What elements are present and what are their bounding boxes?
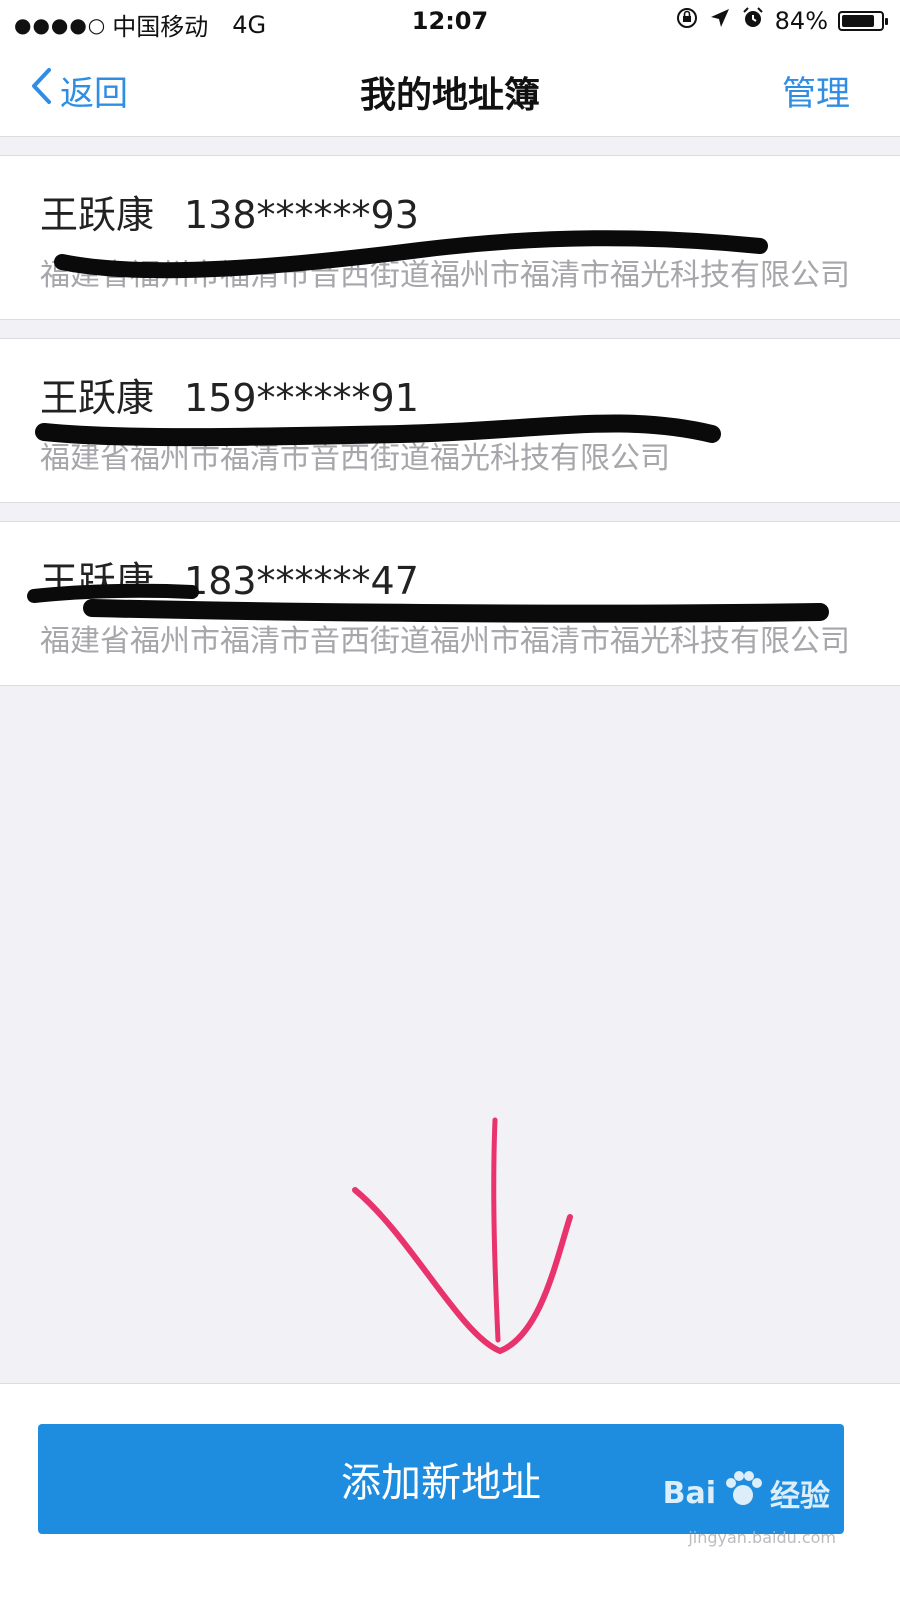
page-title: 我的地址簿	[359, 75, 540, 116]
back-button[interactable]: 返回	[30, 66, 128, 115]
status-bar: ●●●●○ 中国移动 4G 12:07 84%	[0, 0, 900, 44]
address-detail: 福建省福州市福清市音西街道福州市福清市福光科技有限公司	[40, 624, 850, 659]
watermark-brand-suffix: 经验	[770, 1479, 830, 1514]
navigation-bar: 返回 我的地址簿 管理	[0, 44, 900, 137]
manage-button[interactable]: 管理	[782, 66, 850, 115]
address-detail: 福建省福州市福清市音西街道福州市福清市福光科技有限公司	[40, 258, 850, 293]
battery-icon	[838, 11, 888, 31]
location-icon	[709, 7, 731, 35]
address-contact-line: 王跃康 159******91	[40, 367, 860, 422]
contact-phone: 138******93	[184, 193, 419, 237]
watermark-brand: Bai	[662, 1475, 716, 1511]
contact-phone: 183******47	[184, 559, 419, 603]
address-card[interactable]: 王跃康 138******93 福建省福州市福清市音西街道福州市福清市福光科技有…	[0, 155, 900, 320]
address-contact-line: 王跃康 183******47	[40, 550, 860, 605]
address-card[interactable]: 王跃康 183******47 福建省福州市福清市音西街道福州市福清市福光科技有…	[0, 521, 900, 686]
signal-strength-icon: ●●●●○	[14, 12, 107, 37]
address-detail: 福建省福州市福清市音西街道福光科技有限公司	[40, 441, 670, 476]
status-right: 84%	[675, 6, 888, 36]
down-arrow-annotation	[352, 1117, 573, 1355]
watermark-url: jingyan.baidu.com	[688, 1528, 836, 1547]
back-label: 返回	[60, 74, 128, 114]
baidu-watermark: Bai 经验	[663, 1468, 830, 1518]
alarm-icon	[741, 6, 765, 36]
contact-name: 王跃康	[40, 193, 155, 237]
network-type: 4G	[232, 10, 267, 39]
chevron-left-icon	[30, 67, 52, 114]
paw-icon	[722, 1468, 764, 1518]
battery-fill	[842, 15, 874, 27]
carrier-name: 中国移动	[112, 13, 209, 41]
address-contact-line: 王跃康 138******93	[40, 184, 860, 239]
contact-name: 王跃康	[40, 559, 155, 603]
battery-percent: 84%	[774, 7, 828, 35]
contact-name: 王跃康	[40, 376, 155, 420]
status-left: ●●●●○ 中国移动 4G	[14, 7, 266, 42]
rotation-lock-icon	[675, 6, 699, 36]
address-list: 王跃康 138******93 福建省福州市福清市音西街道福州市福清市福光科技有…	[0, 155, 900, 704]
address-card[interactable]: 王跃康 159******91 福建省福州市福清市音西街道福光科技有限公司	[0, 338, 900, 503]
contact-phone: 159******91	[184, 376, 419, 420]
